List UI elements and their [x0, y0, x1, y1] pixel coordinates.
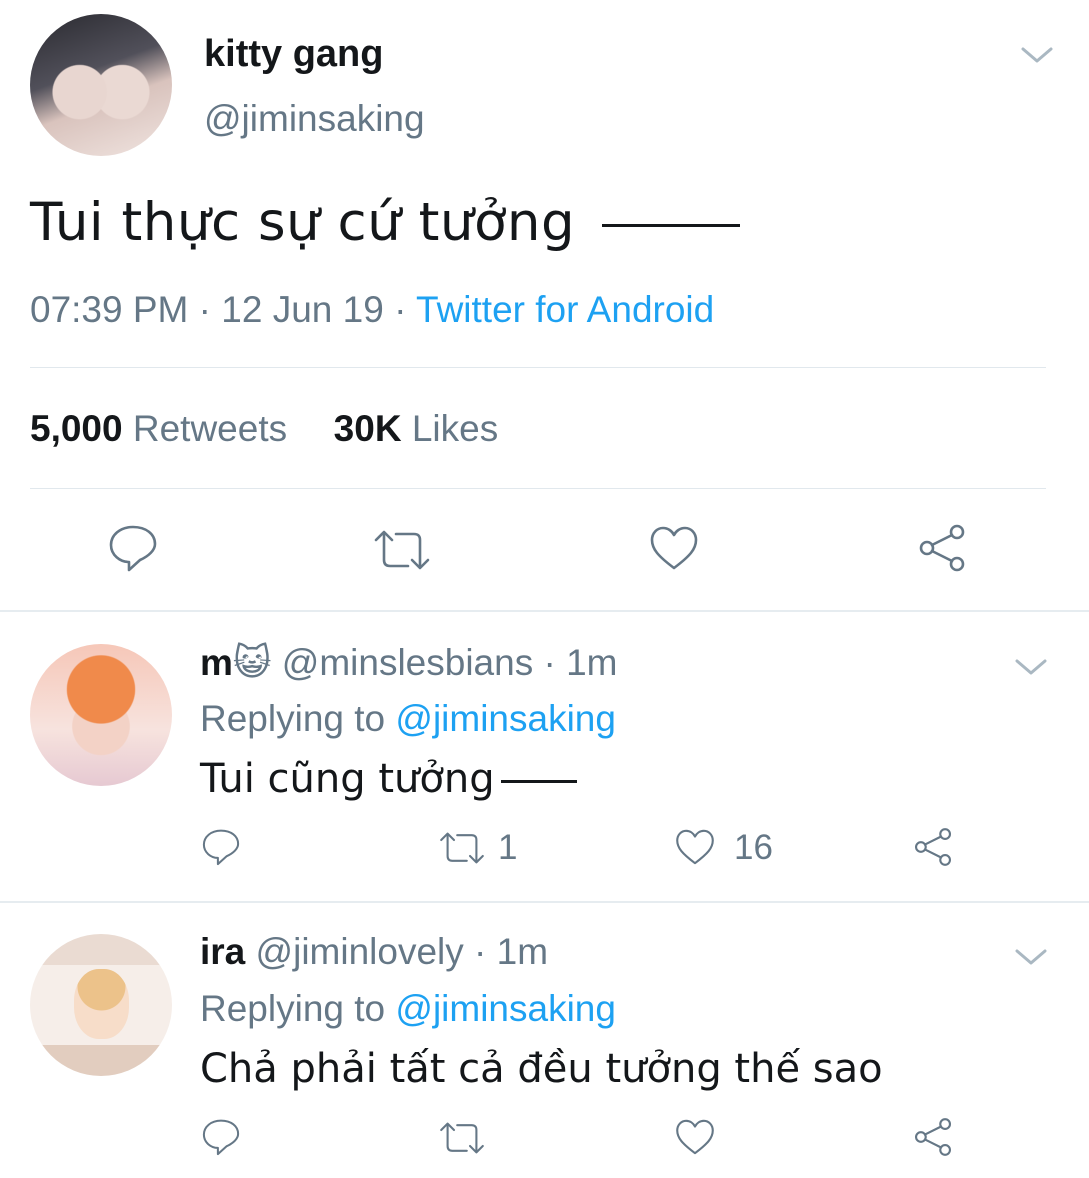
replying-label: Replying to: [200, 988, 386, 1029]
avatar[interactable]: [30, 934, 172, 1076]
retweet-label: Retweets: [132, 408, 288, 449]
tweet-text-body: Tui thực sự cứ tưởng: [30, 192, 576, 253]
heart-icon[interactable]: [648, 524, 700, 572]
reply-icon[interactable]: [200, 826, 242, 868]
heart-icon[interactable]: [674, 827, 716, 867]
replying-to: Replying to @jiminsaking: [200, 698, 616, 740]
reply-header: m😺 @minslesbians · 1m: [200, 642, 618, 683]
share-icon[interactable]: [912, 826, 954, 868]
mention-link[interactable]: @jiminsaking: [395, 988, 616, 1029]
reply-text: Chả phải tất cả đều tưởng thế sao: [200, 1046, 883, 1092]
reply-age: 1m: [496, 931, 549, 972]
user-handle[interactable]: @jiminsaking: [204, 98, 425, 140]
avatar[interactable]: [30, 14, 172, 156]
retweet-stat[interactable]: 5,000 Retweets: [30, 408, 287, 449]
chevron-down-icon[interactable]: [1014, 946, 1048, 968]
tweet-date: 12 Jun 19: [221, 289, 384, 330]
share-icon[interactable]: [912, 1116, 954, 1158]
share-icon[interactable]: [916, 522, 968, 574]
reply-header: ira @jiminlovely · 1m: [200, 931, 549, 972]
retweet-icon[interactable]: [438, 1120, 486, 1156]
tweet-source-link[interactable]: Twitter for Android: [416, 289, 714, 330]
display-name[interactable]: ira: [200, 931, 245, 972]
reply-text-body: Tui cũng tưởng: [200, 756, 495, 802]
display-name[interactable]: kitty gang: [204, 33, 383, 76]
like-label: Likes: [411, 408, 499, 449]
retweet-icon[interactable]: [372, 528, 432, 572]
divider: [0, 901, 1089, 903]
divider: [0, 610, 1089, 612]
divider: [30, 488, 1046, 489]
mention-link[interactable]: @jiminsaking: [395, 698, 616, 739]
like-count: 16: [734, 828, 773, 867]
dash-line: [500, 779, 577, 783]
tweet-meta: 07:39 PM · 12 Jun 19 · Twitter for Andro…: [30, 289, 714, 331]
like-count: 30K: [333, 408, 402, 449]
chevron-down-icon[interactable]: [1020, 44, 1054, 66]
replying-label: Replying to: [200, 698, 386, 739]
display-name[interactable]: m: [200, 642, 233, 683]
avatar[interactable]: [30, 644, 172, 786]
dash-line: [602, 223, 741, 227]
user-handle[interactable]: @jiminlovely: [256, 931, 464, 972]
like-stat[interactable]: 30K Likes: [334, 408, 499, 449]
reply-icon[interactable]: [106, 522, 160, 574]
retweet-count: 5,000: [30, 408, 123, 449]
reply-age: 1m: [566, 642, 618, 683]
retweet-count: 1: [498, 828, 518, 867]
tweet-text: Tui thực sự cứ tưởng: [30, 192, 741, 253]
reply-text: Tui cũng tưởng: [200, 756, 577, 802]
retweet-icon[interactable]: [438, 830, 486, 866]
meta-separator: ·: [394, 289, 407, 330]
replying-to: Replying to @jiminsaking: [200, 988, 616, 1030]
user-handle[interactable]: @minslesbians: [282, 642, 533, 683]
meta-separator: ·: [198, 289, 211, 330]
divider: [30, 367, 1046, 368]
tweet-stats: 5,000 Retweets 30K Likes: [30, 408, 498, 450]
tweet-time: 07:39 PM: [30, 289, 189, 330]
heart-icon[interactable]: [674, 1117, 716, 1157]
cat-emoji: 😺: [232, 642, 272, 683]
reply-icon[interactable]: [200, 1116, 242, 1158]
chevron-down-icon[interactable]: [1014, 656, 1048, 678]
